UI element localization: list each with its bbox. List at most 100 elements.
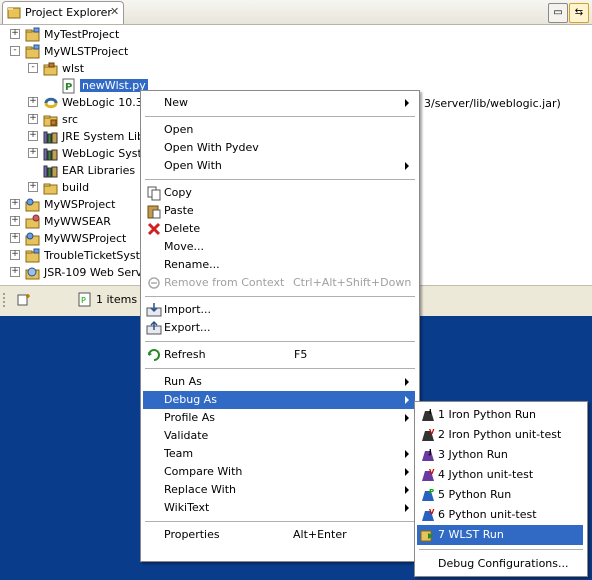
menu-item-label: Properties — [164, 528, 220, 541]
expand-icon[interactable]: + — [10, 250, 20, 260]
menu-separator — [145, 296, 415, 297]
submenu-arrow-icon — [405, 396, 409, 404]
tree-item-label: build — [62, 181, 90, 194]
menu-item-open[interactable]: Open — [143, 121, 415, 139]
menu-item-label: Delete — [164, 222, 201, 235]
menu-item-validate[interactable]: Validate — [143, 427, 415, 445]
menu-item-run-as[interactable]: Run As — [143, 373, 415, 391]
submenu-arrow-icon — [405, 378, 409, 386]
menu-item-replace-with[interactable]: Replace With — [143, 481, 415, 499]
menu-separator — [145, 368, 415, 369]
menu-separator — [145, 116, 415, 117]
debug-item-debug-configurations[interactable]: Debug Configurations... — [417, 554, 583, 574]
tree-item-label: newWlst.py — [79, 78, 149, 93]
svg-text:V: V — [429, 428, 435, 436]
tree-item-wlst[interactable]: - wlst — [0, 60, 592, 77]
wlst-debug-icon — [420, 527, 436, 543]
menu-item-team[interactable]: Team — [143, 445, 415, 463]
expand-icon[interactable]: + — [10, 233, 20, 243]
library-icon — [43, 146, 59, 161]
menu-item-label: Move... — [164, 240, 204, 253]
expand-icon[interactable]: + — [28, 114, 38, 124]
folder-icon — [43, 180, 59, 195]
collapse-icon[interactable]: - — [10, 46, 20, 56]
ear-project-icon — [25, 214, 41, 229]
expand-icon[interactable]: + — [10, 216, 20, 226]
collapse-icon[interactable]: - — [28, 63, 38, 73]
debug-item-2-iron-python-unit-test[interactable]: V2 Iron Python unit-test — [417, 425, 583, 445]
context-menu: New Open Open With Pydev Open With Copy Paste… — [140, 90, 420, 562]
library-icon — [43, 163, 59, 178]
submenu-arrow-icon — [405, 414, 409, 422]
project-folder-icon — [25, 44, 41, 59]
quick-access-icon[interactable] — [16, 292, 32, 308]
menu-item-debug-as[interactable]: Debug As — [143, 391, 415, 409]
file-status-icon: P — [78, 292, 91, 307]
expand-icon[interactable]: + — [28, 97, 38, 107]
menu-item-export[interactable]: Export... — [143, 319, 415, 337]
export-icon — [146, 320, 162, 336]
view-tab-bar: Project Explorer ✕ ▭ ⇆ — [0, 0, 592, 25]
menu-item-delete[interactable]: Delete — [143, 220, 415, 238]
debug-item-6-python-unit-test[interactable]: V6 Python unit-test — [417, 505, 583, 525]
python-debug-icon: P — [420, 487, 436, 503]
expand-icon[interactable]: + — [10, 199, 20, 209]
menu-item-rename[interactable]: Rename... — [143, 256, 415, 274]
debug-item-4-jython-unit-test[interactable]: V4 Jython unit-test — [417, 465, 583, 485]
menu-item-label: WikiText — [164, 501, 210, 514]
minimize-view-icon[interactable]: ▭ — [548, 3, 568, 23]
menu-item-label: New — [164, 96, 188, 109]
remove-context-icon — [146, 275, 162, 291]
view-title: Project Explorer — [25, 6, 112, 19]
expand-icon[interactable]: + — [10, 267, 20, 277]
menu-item-properties[interactable]: Properties Alt+Enter — [143, 526, 415, 544]
menu-separator — [145, 179, 415, 180]
delete-icon — [146, 221, 162, 237]
expand-icon[interactable]: + — [28, 148, 38, 158]
python-test-icon: V — [420, 507, 436, 523]
debug-item-7-wlst-run[interactable]: 7 WLST Run — [417, 525, 583, 545]
menu-item-remove-from-context[interactable]: Remove from Context Ctrl+Alt+Shift+Down — [143, 274, 415, 292]
expand-icon[interactable]: + — [28, 182, 38, 192]
menu-item-label: 1 Iron Python Run — [438, 408, 536, 421]
menu-item-label: Refresh — [164, 348, 206, 361]
menu-item-label: Paste — [164, 204, 194, 217]
debug-item-5-python-run[interactable]: P 5 Python Run — [417, 485, 583, 505]
tree-overflow-text: 3/server/lib/weblogic.jar) — [424, 97, 561, 110]
submenu-arrow-icon — [405, 99, 409, 107]
tree-item-mytestproject[interactable]: + MyTestProject — [0, 26, 592, 43]
menu-item-copy[interactable]: Copy — [143, 184, 415, 202]
expand-icon[interactable]: + — [10, 29, 20, 39]
menu-item-new[interactable]: New — [143, 94, 415, 112]
menu-item-open-with[interactable]: Open With — [143, 157, 415, 175]
project-explorer-tab[interactable]: Project Explorer ✕ — [2, 1, 124, 24]
submenu-arrow-icon — [405, 486, 409, 494]
tree-item-label: JSR-109 Web Servic — [44, 266, 152, 279]
refresh-icon — [146, 347, 162, 363]
link-with-editor-icon[interactable]: ⇆ — [569, 3, 589, 23]
menu-item-move[interactable]: Move... — [143, 238, 415, 256]
menu-item-label: 2 Iron Python unit-test — [438, 428, 562, 441]
copy-icon — [146, 185, 162, 201]
menu-item-label: Open With Pydev — [164, 141, 259, 154]
menu-item-import[interactable]: Import... — [143, 301, 415, 319]
menu-item-label: Import... — [164, 303, 211, 316]
debug-as-submenu: I1 Iron Python Run V 2 Iron Python unit-te… — [414, 401, 588, 577]
expand-icon[interactable]: + — [28, 131, 38, 141]
debug-item-1-iron-python-run[interactable]: I 1 Iron Python Run — [417, 405, 583, 425]
menu-item-profile-as[interactable]: Profile As — [143, 409, 415, 427]
menu-item-label: 4 Jython unit-test — [438, 468, 534, 481]
submenu-arrow-icon — [405, 162, 409, 170]
debug-item-3-jython-run[interactable]: J 3 Jython Run — [417, 445, 583, 465]
jython-test-icon: V — [420, 467, 436, 483]
paste-icon — [146, 203, 162, 219]
menu-item-paste[interactable]: Paste — [143, 202, 415, 220]
tree-item-label: EAR Libraries — [62, 164, 136, 177]
menu-item-label: Debug Configurations... — [438, 557, 569, 570]
menu-item-wikitext[interactable]: WikiText — [143, 499, 415, 517]
menu-item-compare-with[interactable]: Compare With — [143, 463, 415, 481]
menu-item-refresh[interactable]: Refresh F5 — [143, 346, 415, 364]
tree-item-mywlstproject[interactable]: - MyWLSTProject — [0, 43, 592, 60]
menu-item-open-with-pydev[interactable]: Open With Pydev — [143, 139, 415, 157]
close-view-icon[interactable]: ✕ — [110, 5, 119, 18]
